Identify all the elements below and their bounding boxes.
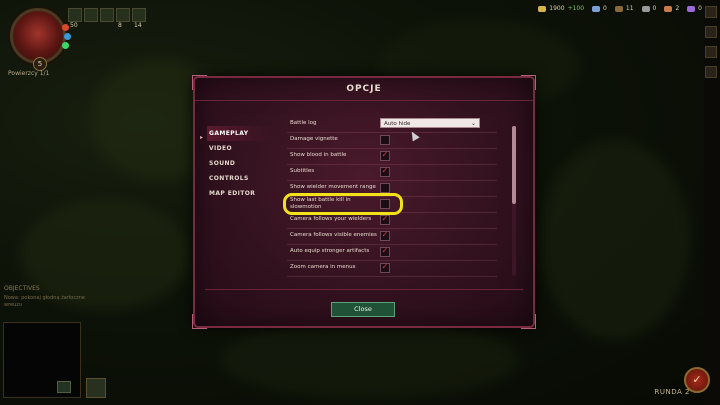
setting-row-zoom-camera: Zoom camera in menus [287,260,497,277]
setting-label: Subtitles [290,168,315,174]
zoom-camera-checkbox[interactable] [380,262,390,273]
scrollbar-thumb[interactable] [512,126,516,204]
resource-bar: 1900 +100 0 11 0 2 0 [538,5,702,12]
army-slot-icon[interactable] [68,8,82,22]
movement-range-checkbox[interactable] [380,183,390,193]
tab-label: VIDEO [209,145,233,152]
resource-delta: +100 [567,5,585,12]
round-label: RUNDA 2 [654,388,690,396]
journal-icon[interactable] [705,26,717,38]
options-tabs: ▸ GAMEPLAY VIDEO SOUND CONTROLS MAP EDIT… [200,126,271,201]
hero-portrait[interactable] [10,8,66,64]
setting-label: Auto equip stronger artifacts [290,248,370,254]
chevron-down-icon: ⌄ [470,120,476,127]
setting-row-damage-vignette: Damage vignette [287,132,497,149]
unit-slot-icon[interactable] [100,8,114,22]
active-tab-marker-icon: ▸ [200,134,204,141]
auto-equip-checkbox[interactable] [380,246,390,257]
hero-caption: Powierzcy 1/1 [8,70,50,77]
stat-value: 14 [134,22,142,29]
setting-label: Show blood in battle [290,152,347,158]
setting-row-battle-log: Battle log Auto hide ⌄ [287,116,497,133]
mana-orb-icon [64,33,71,40]
battle-log-select[interactable]: Auto hide ⌄ [380,118,480,128]
hero-quick-icon[interactable] [86,378,106,398]
unit-slot-icon[interactable] [84,8,98,22]
resource-crystal: 0 [687,5,702,12]
tab-sound[interactable]: SOUND [207,156,271,171]
show-blood-checkbox[interactable] [380,150,390,161]
objective-line: wreuzu [4,302,23,308]
setting-row-camera-enemies: Camera follows visible enemies [287,228,497,245]
resource-value: 11 [625,5,634,12]
setting-label: Show wielder movement range [290,184,376,190]
setting-label: Camera follows visible enemies [290,232,377,238]
hero-level-badge: 5 [33,57,47,71]
resource-wood: 11 [614,5,634,12]
damage-vignette-checkbox[interactable] [380,135,390,145]
stat-value: 8 [118,22,122,29]
minimap-toggle-icon[interactable] [57,381,71,393]
crystal-icon [687,5,696,12]
settings-scrollbar[interactable] [512,126,516,276]
select-value: Auto hide [384,121,411,127]
resource-stone: 0 [641,5,657,12]
dialog-header: OPCJE [195,78,533,101]
close-button[interactable]: Close [331,302,395,317]
tab-label: CONTROLS [209,175,249,182]
health-orb-icon [62,24,69,31]
objectives-title: OBJECTIVES [4,285,40,292]
tab-video[interactable]: VIDEO [207,141,271,156]
setting-row-auto-equip: Auto equip stronger artifacts [287,244,497,261]
setting-label: Damage vignette [290,136,338,142]
unit-slot-icon[interactable] [132,8,146,22]
camera-wielders-checkbox[interactable] [380,214,390,225]
subtitles-checkbox[interactable] [380,166,390,177]
corner-ornament [192,314,207,329]
menu-icon[interactable] [705,6,717,18]
wood-icon [614,5,623,12]
tab-label: GAMEPLAY [209,130,249,137]
resource-ore: 2 [664,5,679,12]
objective-line: Nowa: pokonaj głodną żarłoczne [4,295,85,301]
dialog-title: OPCJE [346,84,382,94]
stat-value: 50 [70,22,78,29]
unit-slot-icon[interactable] [116,8,130,22]
setting-label: Zoom camera in menus [290,264,356,270]
stone-icon [641,5,650,12]
tab-label: MAP EDITOR [209,190,256,197]
setting-label: Battle log [290,120,317,126]
corner-ornament [521,314,536,329]
resource-mana: 0 [592,5,607,12]
tab-gameplay[interactable]: ▸ GAMEPLAY [200,126,271,141]
mana-icon [592,5,601,12]
ore-icon [664,5,673,12]
resource-value: 0 [652,5,657,12]
footer-divider [205,289,523,290]
camera-enemies-checkbox[interactable] [380,230,390,241]
resource-value: 2 [675,5,680,12]
resource-value: 0 [698,5,702,12]
resource-gold: 1900 +100 [538,5,584,12]
tab-map-editor[interactable]: MAP EDITOR [207,186,271,201]
gold-icon [538,5,547,12]
right-rail [704,0,720,405]
stamina-orb-icon [62,42,69,49]
annotation-highlight [283,193,403,215]
objectives-panel: OBJECTIVES Nowa: pokonaj głodną żarłoczn… [4,285,94,308]
tab-label: SOUND [209,160,236,167]
setting-label: Camera follows your wielders [290,216,372,222]
book-icon[interactable] [705,46,717,58]
setting-row-subtitles: Subtitles [287,164,497,181]
resource-value: 0 [603,5,607,12]
map-icon[interactable] [705,66,717,78]
resource-value: 1900 [549,5,565,12]
end-turn-button[interactable]: ✓ [684,367,710,393]
tab-controls[interactable]: CONTROLS [207,171,271,186]
setting-row-show-blood: Show blood in battle [287,148,497,165]
